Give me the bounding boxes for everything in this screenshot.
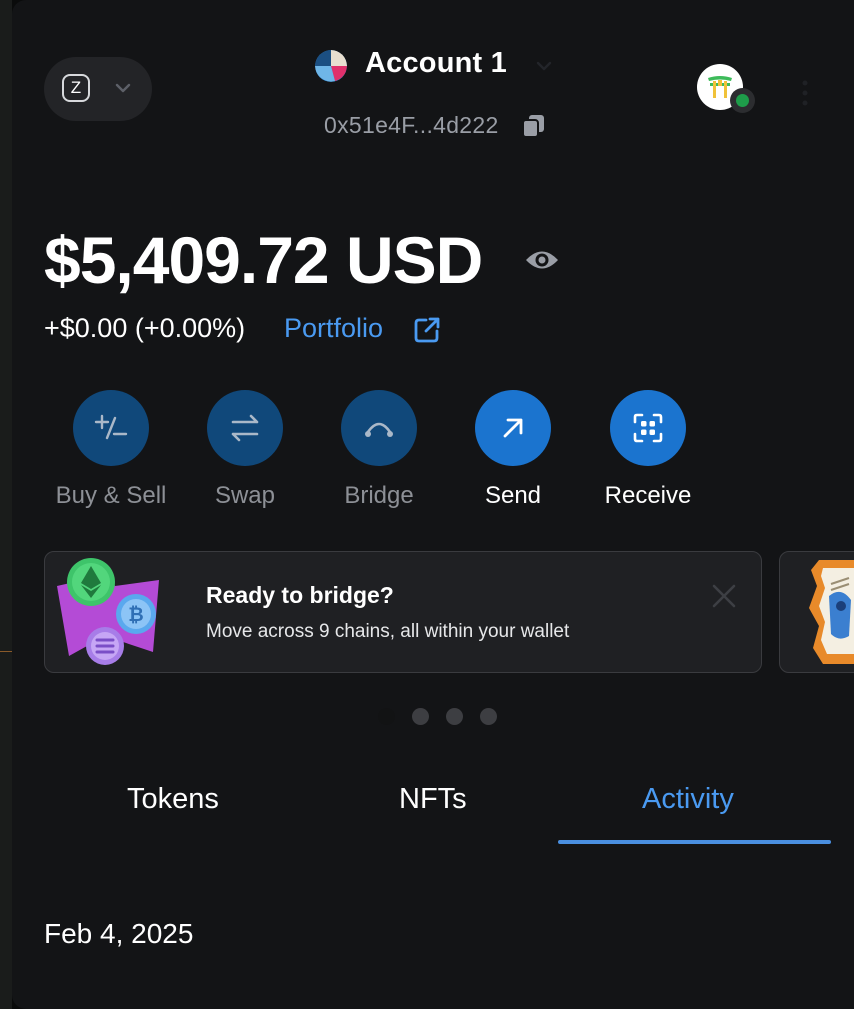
eye-icon[interactable]	[524, 245, 560, 275]
promo-illustration	[809, 560, 854, 664]
carousel-dot-2[interactable]	[412, 708, 429, 725]
receive-label: Receive	[604, 482, 692, 509]
account-address[interactable]: 0x51e4F...4d222	[324, 112, 499, 139]
tab-tokens[interactable]: Tokens	[127, 783, 219, 816]
connection-status-icon	[730, 88, 755, 113]
swap-arrows-icon	[231, 414, 259, 442]
qr-scan-icon	[633, 413, 663, 443]
external-link-icon[interactable]	[412, 315, 442, 345]
promo-title: Ready to bridge?	[206, 582, 394, 608]
carousel-dot-4[interactable]	[480, 708, 497, 725]
copy-icon[interactable]	[520, 112, 548, 140]
plus-minus-icon	[94, 414, 128, 440]
arrow-up-right-icon	[503, 418, 523, 438]
close-icon[interactable]	[710, 582, 738, 610]
swap-circle[interactable]	[207, 390, 283, 466]
active-tab-indicator	[558, 840, 831, 844]
bridge-icon	[365, 422, 393, 437]
buy-sell-button[interactable]: Buy & Sell	[51, 390, 171, 510]
more-vertical-icon[interactable]	[800, 78, 810, 108]
portfolio-link[interactable]: Portfolio	[284, 313, 383, 344]
crypto-coins-illustration: ₿	[57, 558, 159, 665]
send-circle[interactable]	[475, 390, 551, 466]
background-window	[0, 0, 12, 1009]
network-picker[interactable]	[44, 57, 152, 121]
account-avatar-icon[interactable]	[315, 50, 347, 82]
carousel-dot-1[interactable]	[378, 708, 395, 725]
receive-button[interactable]: Receive	[588, 390, 708, 510]
swap-label: Swap	[214, 482, 276, 509]
network-avatar: Z	[62, 74, 90, 102]
balance-change: +$0.00 (+0.00%)	[44, 313, 246, 343]
buy-sell-circle[interactable]	[73, 390, 149, 466]
account-chevron-down-icon[interactable]	[533, 58, 555, 74]
svg-text:₿: ₿	[128, 604, 143, 626]
bridge-label: Bridge	[344, 482, 414, 509]
total-balance: $5,409.72 USD	[44, 223, 483, 297]
bridge-circle[interactable]	[341, 390, 417, 466]
background-divider	[0, 651, 12, 652]
promo-text: Move across 9 chains, all within your wa…	[206, 621, 570, 642]
receive-circle[interactable]	[610, 390, 686, 466]
tab-nfts[interactable]: NFTs	[399, 783, 467, 816]
send-button[interactable]: Send	[453, 390, 573, 510]
send-label: Send	[484, 482, 542, 509]
account-name[interactable]: Account 1	[365, 47, 507, 80]
activity-date-header: Feb 4, 2025	[44, 918, 194, 949]
tab-activity[interactable]: Activity	[642, 783, 734, 816]
swap-button[interactable]: Swap	[185, 390, 305, 510]
carousel-dot-3[interactable]	[446, 708, 463, 725]
bridge-button[interactable]: Bridge	[319, 390, 439, 510]
chevron-down-icon	[115, 83, 131, 93]
buy-sell-label: Buy & Sell	[55, 482, 167, 509]
